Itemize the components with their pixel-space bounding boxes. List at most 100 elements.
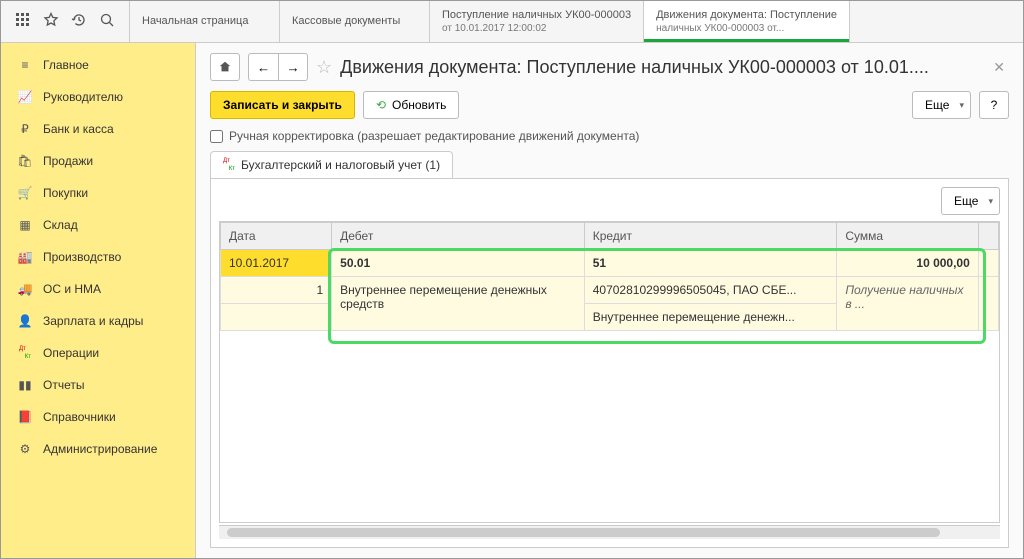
sidebar-item-production[interactable]: 🏭 Производство [1,241,195,273]
truck-icon: 🚚 [17,281,33,297]
table-area: Еще Дата Дебет Кредит Сумма [210,179,1009,548]
close-button[interactable]: ✕ [989,59,1009,76]
sidebar-item-stock[interactable]: ▦ Склад [1,209,195,241]
sidebar-item-main[interactable]: ≡ Главное [1,49,195,81]
tab-label: Поступление наличных УК00-000003 [442,8,631,22]
sidebar-item-reports[interactable]: ▮▮ Отчеты [1,369,195,401]
sidebar-label: Справочники [43,410,116,424]
ruble-icon: ₽ [17,121,33,137]
col-extra[interactable] [978,223,998,250]
top-icons [1,1,130,42]
history-icon[interactable] [71,12,87,31]
sidebar-item-operations[interactable]: Операции [1,337,195,369]
toolbar: Записать и закрыть ⟲ Обновить Еще ? [210,91,1009,119]
factory-icon: 🏭 [17,249,33,265]
sidebar-item-purchases[interactable]: 🛒 Покупки [1,177,195,209]
cell-extra[interactable] [978,277,998,331]
page-title: Движения документа: Поступление наличных… [340,57,981,78]
tab-cash-receipt[interactable]: Поступление наличных УК00-000003 от 10.0… [430,1,644,42]
sidebar-label: Отчеты [43,378,84,392]
back-button[interactable]: ← [248,53,278,81]
tab-sublabel: наличных УК00-000003 от... [656,22,837,35]
manual-correction-label: Ручная корректировка (разрешает редактир… [229,129,639,143]
bars-icon: ▮▮ [17,377,33,393]
forward-button[interactable]: → [278,53,308,81]
grid[interactable]: Дата Дебет Кредит Сумма 10.01.2017 50.01 [219,221,1000,523]
cell-rownum[interactable]: 1 [221,277,332,304]
manual-correction-row: Ручная корректировка (разрешает редактир… [210,129,1009,143]
sidebar: ≡ Главное 📈 Руководителю ₽ Банк и касса … [1,43,196,558]
scrollbar-thumb[interactable] [227,528,940,537]
table-more-button[interactable]: Еще [941,187,1000,215]
content: ← → ☆ Движения документа: Поступление на… [196,43,1023,558]
cart-icon: 🛒 [17,185,33,201]
col-sum[interactable]: Сумма [837,223,978,250]
top-bar: Начальная страница Кассовые документы По… [1,1,1023,43]
help-button[interactable]: ? [979,91,1009,119]
accounting-tab[interactable]: Бухгалтерский и налоговый учет (1) [210,151,453,178]
dtkt-icon [17,345,33,361]
tab-start-page[interactable]: Начальная страница [130,1,280,42]
apps-icon[interactable] [15,12,31,31]
manual-correction-checkbox[interactable] [210,130,223,143]
tab-label: Начальная страница [142,14,267,28]
cell-debit-desc[interactable]: Внутреннее перемещение денежных средств [332,277,585,331]
sidebar-label: Главное [43,58,89,72]
gear-icon: ⚙ [17,441,33,457]
tab-sublabel: от 10.01.2017 12:00:02 [442,22,631,35]
sidebar-label: Операции [43,346,99,360]
col-debit[interactable]: Дебет [332,223,585,250]
tab-cash-docs[interactable]: Кассовые документы [280,1,430,42]
person-icon: 👤 [17,313,33,329]
col-credit[interactable]: Кредит [584,223,837,250]
sidebar-label: Склад [43,218,78,232]
sidebar-label: Продажи [43,154,93,168]
horizontal-scrollbar[interactable] [219,525,1000,539]
cell-credit-desc[interactable]: 40702810299996505045, ПАО СБЕ... [584,277,837,304]
refresh-button[interactable]: ⟲ Обновить [363,91,459,119]
dtkt-icon [223,159,235,171]
book-icon: 📕 [17,409,33,425]
boxes-icon: ▦ [17,217,33,233]
window-tabs: Начальная страница Кассовые документы По… [130,1,1023,42]
cell-date[interactable]: 10.01.2017 [221,250,332,277]
cell-sum-desc[interactable]: Получение наличных в ... [837,277,978,331]
sidebar-item-manager[interactable]: 📈 Руководителю [1,81,195,113]
sidebar-item-bank[interactable]: ₽ Банк и касса [1,113,195,145]
sidebar-item-catalogs[interactable]: 📕 Справочники [1,401,195,433]
cell-debit-acct[interactable]: 50.01 [332,250,585,277]
menu-icon: ≡ [17,57,33,73]
cell-credit-acct[interactable]: 51 [584,250,837,277]
star-icon[interactable] [43,12,59,31]
sidebar-label: Зарплата и кадры [43,314,143,328]
sidebar-item-hr[interactable]: 👤 Зарплата и кадры [1,305,195,337]
more-button[interactable]: Еще [912,91,971,119]
tab-label: Движения документа: Поступление [656,8,837,22]
header-row: ← → ☆ Движения документа: Поступление на… [210,53,1009,81]
chart-icon: 📈 [17,89,33,105]
sidebar-label: Покупки [43,186,88,200]
sidebar-item-sales[interactable]: 🛍 Продажи [1,145,195,177]
bag-icon: 🛍 [17,153,33,169]
doc-tab-strip: Бухгалтерский и налоговый учет (1) [210,151,1009,179]
sidebar-label: Администрирование [43,442,157,456]
sidebar-item-assets[interactable]: 🚚 ОС и НМА [1,273,195,305]
col-date[interactable]: Дата [221,223,332,250]
home-button[interactable] [210,53,240,81]
cell-extra[interactable] [978,250,998,277]
accounting-tab-label: Бухгалтерский и налоговый учет (1) [241,158,440,172]
sidebar-label: ОС и НМА [43,282,101,296]
cell-empty[interactable] [221,304,332,331]
sidebar-label: Производство [43,250,121,264]
cell-credit-desc2[interactable]: Внутреннее перемещение денежн... [584,304,837,331]
search-icon[interactable] [99,12,115,31]
tab-label: Кассовые документы [292,14,417,28]
save-close-button[interactable]: Записать и закрыть [210,91,355,119]
tab-movements[interactable]: Движения документа: Поступление наличных… [644,1,850,42]
sidebar-label: Руководителю [43,90,123,104]
sidebar-label: Банк и касса [43,122,114,136]
refresh-label: Обновить [392,98,446,112]
cell-sum[interactable]: 10 000,00 [837,250,978,277]
star-outline-icon[interactable]: ☆ [316,57,332,78]
sidebar-item-admin[interactable]: ⚙ Администрирование [1,433,195,465]
